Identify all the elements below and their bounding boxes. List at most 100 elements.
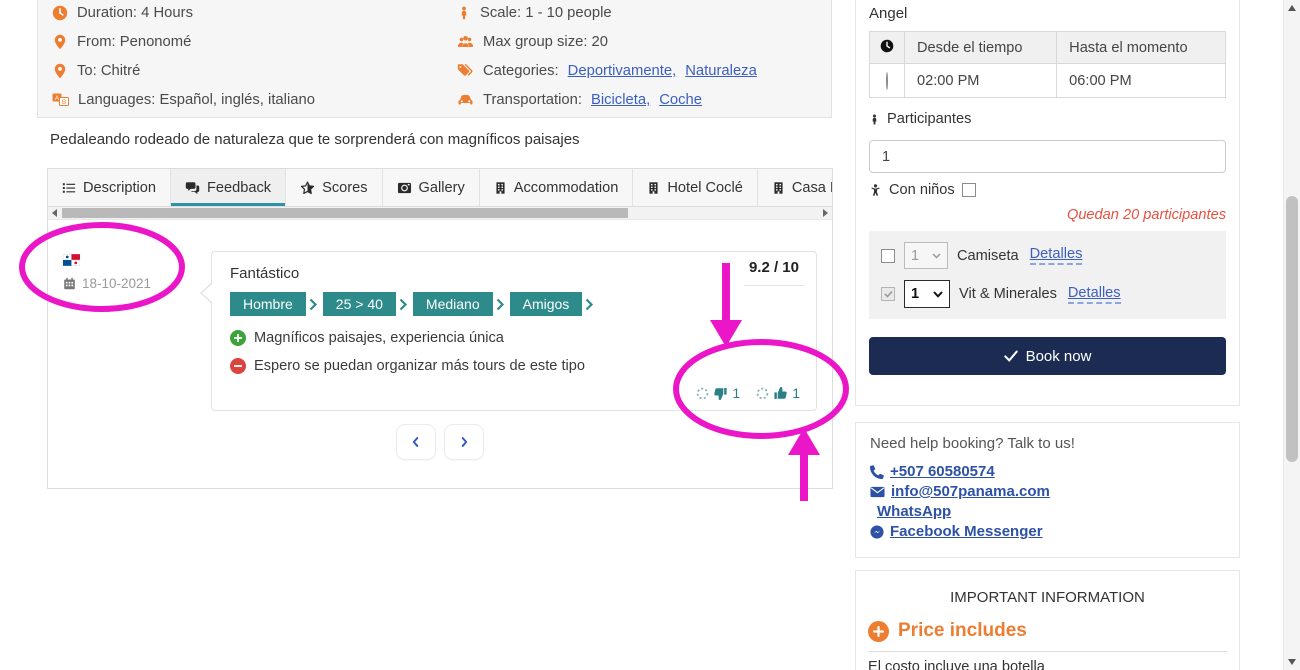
chevron-right-icon bbox=[399, 298, 408, 311]
tabs-panel: Description Feedback Scores Gallery bbox=[47, 168, 833, 489]
like-button[interactable]: 1 bbox=[756, 385, 800, 401]
participants-label: Participantes bbox=[887, 111, 971, 127]
extra-checkbox-checked[interactable] bbox=[881, 287, 895, 301]
scroll-left-arrow-icon[interactable] bbox=[48, 207, 61, 219]
chevron-right-icon bbox=[496, 298, 505, 311]
tab-feedback[interactable]: Feedback bbox=[171, 169, 286, 206]
whatsapp-link[interactable]: WhatsApp bbox=[870, 503, 1225, 520]
price-includes-row: Price includes bbox=[868, 620, 1227, 642]
page-scrollbar bbox=[1283, 0, 1300, 670]
svg-text:B: B bbox=[62, 99, 66, 106]
email-address: info@507panama.com bbox=[891, 483, 1050, 500]
detail-categories: Categories: Deportivamente, Naturaleza bbox=[457, 56, 757, 85]
tabs-horizontal-scrollbar bbox=[48, 207, 832, 220]
extra-name: Vit & Minerales bbox=[959, 286, 1057, 302]
clock-icon bbox=[52, 5, 68, 21]
book-now-button[interactable]: Book now bbox=[869, 337, 1226, 375]
phone-link[interactable]: +507 60580574 bbox=[870, 463, 1225, 480]
booking-card: Angel Desde el tiempo Hasta el momento 0… bbox=[855, 0, 1240, 406]
map-marker-icon bbox=[52, 34, 68, 50]
children-label: Con niños bbox=[889, 182, 955, 198]
extra-checkbox[interactable] bbox=[881, 249, 895, 263]
panama-flag-icon bbox=[63, 254, 80, 266]
children-row: Con niños bbox=[869, 182, 1226, 198]
tab-casa-praga[interactable]: Casa Praga bbox=[758, 169, 832, 206]
review-tag: 25 > 40 bbox=[323, 292, 396, 316]
time-table-row: 02:00 PM 06:00 PM bbox=[870, 64, 1226, 98]
participants-input[interactable] bbox=[869, 140, 1226, 173]
tab-scores[interactable]: Scores bbox=[286, 169, 382, 206]
tab-gallery[interactable]: Gallery bbox=[383, 169, 480, 206]
next-page-button[interactable] bbox=[444, 424, 484, 460]
category-link[interactable]: Naturaleza bbox=[685, 63, 757, 79]
messenger-label: Facebook Messenger bbox=[890, 523, 1043, 540]
horizontal-scrollbar-thumb[interactable] bbox=[62, 208, 628, 218]
tour-summary: Pedaleando rodeado de naturaleza que te … bbox=[50, 131, 580, 148]
phone-number: +507 60580574 bbox=[890, 463, 995, 480]
review-meta: 18-10-2021 bbox=[63, 253, 151, 291]
help-links: +507 60580574 info@507panama.com WhatsAp… bbox=[870, 463, 1225, 540]
review-positive-text: Magníficos paisajes, experiencia única bbox=[254, 330, 504, 346]
thumbs-down-icon bbox=[713, 386, 728, 401]
extra-details-link[interactable]: Detalles bbox=[1030, 246, 1083, 265]
tour-details-box: Duration: 4 Hours From: Penonomé To: Chi… bbox=[37, 0, 832, 118]
details-column-left: Duration: 4 Hours From: Penonomé To: Chi… bbox=[52, 0, 315, 114]
detail-languages: AB Languages: Español, inglés, italiano bbox=[52, 85, 315, 114]
review-title: Fantástico bbox=[230, 265, 299, 282]
transport-link[interactable]: Coche bbox=[659, 92, 702, 108]
dislike-button[interactable]: 1 bbox=[696, 385, 740, 401]
spinner-icon bbox=[696, 387, 709, 400]
extra-qty-select[interactable]: 1 bbox=[904, 280, 950, 308]
participants-label-row: Participantes bbox=[869, 111, 1226, 127]
tags-icon bbox=[457, 63, 474, 78]
tab-label: Scores bbox=[322, 180, 367, 196]
person-icon bbox=[869, 113, 880, 126]
phone-icon bbox=[870, 465, 884, 479]
book-now-label: Book now bbox=[1026, 348, 1092, 365]
scroll-right-arrow-icon[interactable] bbox=[819, 207, 832, 219]
scroll-up-arrow-icon[interactable] bbox=[1288, 5, 1296, 11]
transport-link[interactable]: Bicicleta, bbox=[591, 92, 650, 108]
star-icon bbox=[300, 181, 315, 195]
category-link[interactable]: Deportivamente, bbox=[568, 63, 677, 79]
help-card: Need help booking? Talk to us! +507 6058… bbox=[855, 422, 1240, 558]
extra-details-link[interactable]: Detalles bbox=[1068, 285, 1121, 304]
time-radio[interactable] bbox=[886, 72, 888, 90]
tab-description[interactable]: Description bbox=[48, 169, 171, 206]
to-time-header: Hasta el momento bbox=[1057, 32, 1226, 64]
like-count: 1 bbox=[792, 385, 800, 401]
map-marker-icon bbox=[52, 63, 68, 79]
extras-box: 1 Camiseta Detalles 1 Vit & Minerales De… bbox=[869, 231, 1226, 319]
envelope-icon bbox=[870, 486, 885, 498]
chevron-right-icon bbox=[309, 298, 318, 311]
tab-label: Accommodation bbox=[514, 180, 619, 196]
price-includes-title: Price includes bbox=[898, 620, 1027, 642]
list-icon bbox=[62, 181, 76, 195]
building-icon bbox=[494, 181, 507, 195]
children-checkbox[interactable] bbox=[962, 183, 976, 197]
scroll-down-arrow-icon[interactable] bbox=[1288, 659, 1296, 665]
review-tag: Hombre bbox=[230, 292, 306, 316]
review-pagination bbox=[48, 424, 832, 460]
prev-page-button[interactable] bbox=[396, 424, 436, 460]
extra-row-camiseta: 1 Camiseta Detalles bbox=[881, 242, 1214, 269]
tab-hotel-cocle[interactable]: Hotel Coclé bbox=[633, 169, 757, 206]
email-link[interactable]: info@507panama.com bbox=[870, 483, 1225, 500]
messenger-link[interactable]: Facebook Messenger bbox=[870, 523, 1225, 540]
remaining-participants-note: Quedan 20 participantes bbox=[869, 207, 1226, 223]
extra-name: Camiseta bbox=[957, 248, 1019, 264]
extra-qty-value: 1 bbox=[911, 248, 919, 264]
review-score: 9.2 / 10 bbox=[744, 259, 804, 286]
person-icon bbox=[457, 5, 471, 21]
tab-accommodation[interactable]: Accommodation bbox=[480, 169, 634, 206]
page: Duration: 4 Hours From: Penonomé To: Chi… bbox=[0, 0, 1300, 670]
tab-bar: Description Feedback Scores Gallery bbox=[48, 169, 832, 207]
chevron-left-icon bbox=[409, 435, 423, 449]
whatsapp-label: WhatsApp bbox=[877, 503, 951, 520]
review-tags: Hombre 25 > 40 Mediano Amigos bbox=[230, 292, 599, 316]
calendar-icon bbox=[63, 277, 76, 290]
detail-text: From: Penonomé bbox=[77, 34, 191, 50]
scrollbar-thumb[interactable] bbox=[1286, 196, 1298, 462]
spinner-icon bbox=[756, 387, 769, 400]
extra-qty-select[interactable]: 1 bbox=[904, 242, 948, 269]
